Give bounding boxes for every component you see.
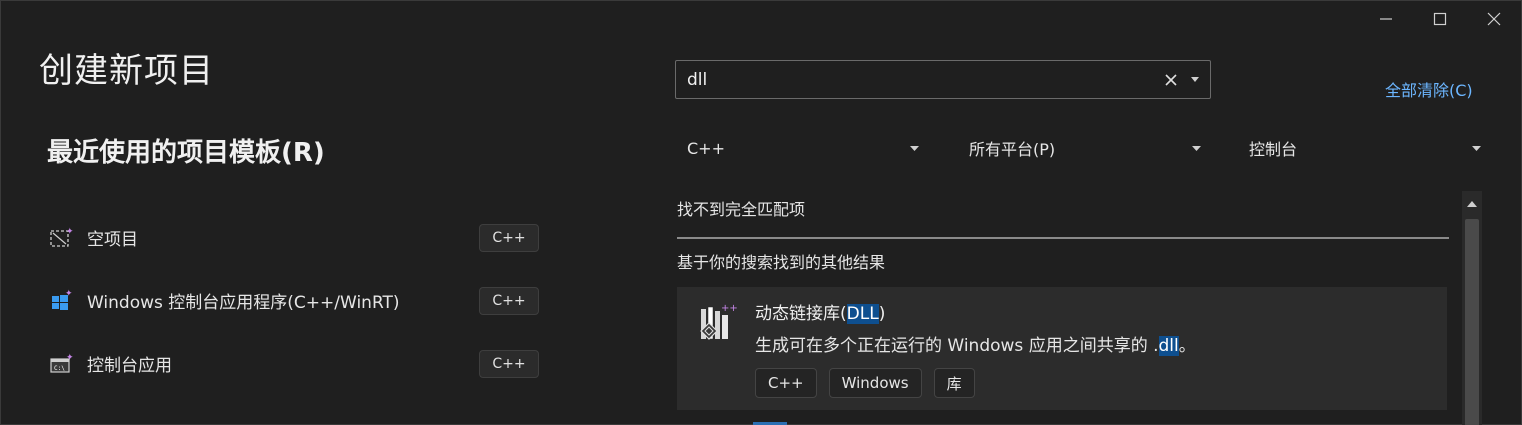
- result-tags: C++ Windows 库: [755, 368, 975, 398]
- recent-item-label: 空项目: [87, 230, 138, 250]
- result-desc-prefix: 生成可在多个正在运行的 Windows 应用之间共享的 .: [755, 336, 1159, 356]
- platform-filter-value: 所有平台(P): [969, 140, 1056, 159]
- search-history-dropdown[interactable]: [1184, 69, 1206, 91]
- result-description: 生成可在多个正在运行的 Windows 应用之间共享的 .dll。: [755, 331, 1196, 356]
- clear-x-icon: [1165, 73, 1177, 86]
- result-tag-language: C++: [755, 368, 817, 398]
- svg-text:✦: ✦: [65, 289, 73, 299]
- results-scrollbar[interactable]: [1462, 191, 1482, 425]
- close-icon: [1487, 12, 1501, 26]
- svg-text:✦: ✦: [66, 227, 73, 237]
- search-clear-button[interactable]: [1160, 69, 1182, 91]
- recent-item-console-app[interactable]: C:\ ✦ 控制台应用 C++: [49, 332, 539, 395]
- close-button[interactable]: [1467, 1, 1521, 37]
- chevron-down-icon: [1191, 143, 1201, 153]
- result-tag-platform: Windows: [828, 368, 922, 398]
- chevron-down-icon: [1191, 77, 1199, 82]
- recent-templates-list: ✦ 空项目 C++ ✦ Windows 控制台应用程序(C++/WinRT) C…: [49, 206, 539, 395]
- scroll-up-arrow-icon[interactable]: [1462, 197, 1482, 211]
- result-title-prefix: 动态链接库(: [755, 304, 847, 324]
- create-project-window: 创建新项目 最近使用的项目模板(R) ✦ 空项目 C++ ✦ Windows 控…: [0, 0, 1522, 425]
- clear-all-link[interactable]: 全部清除(C): [1385, 77, 1473, 101]
- result-item-dll[interactable]: ++ 动态链接库(DLL) 生成可在多个正在运行的 Windows 应用之间共享…: [677, 287, 1447, 410]
- svg-text:✦: ✦: [66, 353, 73, 363]
- minimize-icon: [1380, 18, 1392, 20]
- recent-item-empty-project[interactable]: ✦ 空项目 C++: [49, 206, 539, 269]
- language-filter-dropdown[interactable]: C++: [687, 134, 919, 162]
- search-highlight: DLL: [846, 304, 879, 324]
- search-input[interactable]: [676, 61, 1160, 98]
- template-search-box: [675, 60, 1211, 99]
- svg-text:C:\: C:\: [54, 365, 65, 372]
- other-results-heading: 基于你的搜索找到的其他结果: [677, 253, 886, 272]
- recent-item-label: Windows 控制台应用程序(C++/WinRT): [87, 293, 400, 313]
- template-results-list: 找不到完全匹配项 基于你的搜索找到的其他结果 ++ 动态链接库(DLL) 生成可…: [675, 191, 1483, 425]
- project-type-filter-value: 控制台: [1249, 140, 1298, 159]
- recent-item-windows-console-winrt[interactable]: ✦ Windows 控制台应用程序(C++/WinRT) C++: [49, 269, 539, 332]
- page-title: 创建新项目: [39, 51, 214, 91]
- search-highlight: dll: [1158, 336, 1179, 356]
- console-app-icon: C:\ ✦: [49, 352, 73, 376]
- result-title: 动态链接库(DLL): [755, 299, 885, 324]
- empty-project-icon: ✦: [49, 226, 73, 250]
- result-tag-type: 库: [933, 368, 975, 398]
- chevron-down-icon: [909, 143, 919, 153]
- chevron-down-icon: [1471, 143, 1481, 153]
- platform-filter-dropdown[interactable]: 所有平台(P): [969, 134, 1201, 162]
- recent-templates-heading: 最近使用的项目模板(R): [47, 138, 325, 168]
- recent-item-label: 控制台应用: [87, 356, 172, 376]
- project-type-filter-dropdown[interactable]: 控制台: [1249, 134, 1481, 162]
- language-tag: C++: [479, 223, 539, 252]
- result-title-suffix: ): [878, 304, 886, 324]
- scroll-thumb[interactable]: [1465, 219, 1479, 425]
- windows-logo-icon: ✦: [49, 289, 73, 313]
- language-tag: C++: [479, 286, 539, 315]
- maximize-button[interactable]: [1413, 1, 1467, 37]
- minimize-button[interactable]: [1359, 1, 1413, 37]
- result-desc-suffix: 。: [1178, 336, 1196, 356]
- language-tag: C++: [479, 349, 539, 378]
- dll-library-icon: ++: [697, 301, 741, 345]
- maximize-icon: [1433, 12, 1447, 26]
- window-controls: [1359, 1, 1521, 37]
- results-divider: [677, 237, 1449, 239]
- svg-text:++: ++: [721, 303, 738, 314]
- no-exact-match-text: 找不到完全匹配项: [677, 200, 806, 219]
- language-filter-value: C++: [687, 138, 725, 158]
